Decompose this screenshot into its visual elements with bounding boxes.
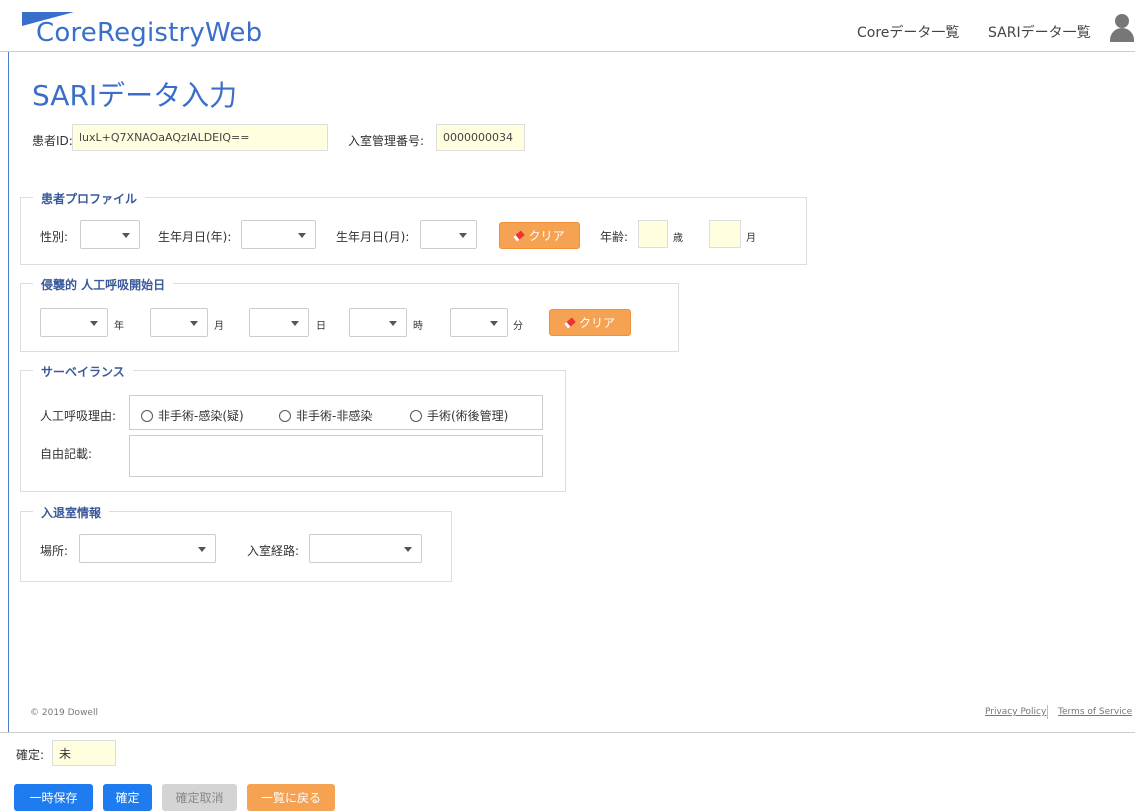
age-label: 年齢:: [600, 230, 629, 244]
patient-profile-legend: 患者プロファイル: [33, 190, 146, 207]
reason-radio-surgical[interactable]: 手術(術後管理): [410, 407, 508, 424]
footer-divider: [1047, 705, 1048, 719]
radio-circle-icon: [410, 409, 422, 422]
chevron-down-icon: [291, 321, 299, 326]
chevron-down-icon: [389, 321, 397, 326]
radio-circle-icon: [141, 409, 153, 422]
sex-label: 性別:: [40, 230, 69, 244]
chevron-down-icon: [490, 321, 498, 326]
app-header: CoreRegistryWeb Coreデータ一覧 SARIデータ一覧: [0, 0, 1135, 52]
place-label: 場所:: [40, 544, 69, 558]
patient-id-label: 患者ID:: [32, 134, 73, 148]
admission-number-label: 入室管理番号:: [348, 134, 425, 148]
temp-save-button[interactable]: 一時保存: [14, 784, 93, 811]
free-text-label: 自由記載:: [40, 447, 93, 461]
place-select[interactable]: [79, 534, 216, 563]
reason-option-label: 非手術-感染(疑): [158, 409, 244, 423]
bottom-divider: [0, 732, 1135, 733]
chevron-down-icon: [190, 321, 198, 326]
birth-month-label: 生年月日(月):: [336, 230, 410, 244]
cancel-confirm-button[interactable]: 確定取消: [162, 784, 237, 811]
copyright-text: © 2019 Dowell: [30, 708, 98, 718]
age-years-field[interactable]: [638, 220, 668, 248]
vent-day-unit: 日: [316, 321, 326, 332]
ventilation-start-legend: 侵襲的 人工呼吸開始日: [33, 276, 174, 293]
chevron-down-icon: [298, 233, 306, 238]
vent-year-select[interactable]: [40, 308, 108, 337]
ventilation-reason-label: 人工呼吸理由:: [40, 409, 117, 423]
left-border: [8, 52, 9, 732]
app-logo[interactable]: CoreRegistryWeb: [36, 18, 262, 48]
sex-select[interactable]: [80, 220, 140, 249]
free-text-input[interactable]: [129, 435, 543, 477]
privacy-policy-link[interactable]: Privacy Policy: [985, 707, 1046, 717]
eraser-icon: [513, 229, 526, 242]
confirm-status-field: 未: [52, 740, 116, 766]
vent-minute-unit: 分: [513, 321, 523, 332]
vent-month-unit: 月: [214, 321, 224, 332]
age-years-unit: 歳: [673, 233, 683, 244]
chevron-down-icon: [198, 547, 206, 552]
chevron-down-icon: [404, 547, 412, 552]
ventilation-reason-group: 非手術-感染(疑) 非手術-非感染 手術(術後管理): [129, 395, 543, 430]
ventilation-clear-label: クリア: [578, 316, 615, 330]
back-to-list-button[interactable]: 一覧に戻る: [247, 784, 335, 811]
vent-month-select[interactable]: [150, 308, 208, 337]
birth-month-select[interactable]: [420, 220, 477, 249]
admission-route-label: 入室経路:: [247, 544, 300, 558]
surveillance-legend: サーベイランス: [33, 363, 133, 380]
reason-radio-nonsurgical-infection[interactable]: 非手術-感染(疑): [141, 407, 244, 424]
chevron-down-icon: [122, 233, 130, 238]
confirm-status-label: 確定:: [16, 748, 45, 762]
age-months-field[interactable]: [709, 220, 741, 248]
eraser-icon: [564, 316, 576, 329]
birth-year-select[interactable]: [241, 220, 316, 249]
nav-sari-data-list[interactable]: SARIデータ一覧: [988, 22, 1091, 42]
ventilation-clear-button[interactable]: クリア: [549, 309, 631, 336]
age-months-unit: 月: [746, 233, 756, 244]
radio-circle-icon: [279, 409, 291, 422]
vent-day-select[interactable]: [249, 308, 309, 337]
page-title: SARIデータ入力: [32, 79, 238, 112]
vent-hour-select[interactable]: [349, 308, 407, 337]
patient-id-field[interactable]: luxL+Q7XNAOaAQzIALDEIQ==: [72, 124, 328, 151]
admission-info-legend: 入退室情報: [33, 504, 110, 521]
chevron-down-icon: [459, 233, 467, 238]
vent-year-unit: 年: [114, 321, 124, 332]
admission-route-select[interactable]: [309, 534, 422, 563]
birth-year-label: 生年月日(年):: [158, 230, 232, 244]
vent-hour-unit: 時: [413, 321, 423, 332]
profile-clear-button[interactable]: クリア: [499, 222, 580, 249]
profile-clear-label: クリア: [528, 229, 565, 243]
terms-of-service-link[interactable]: Terms of Service: [1058, 707, 1132, 717]
reason-option-label: 非手術-非感染: [296, 409, 373, 423]
user-avatar-icon[interactable]: [1109, 14, 1135, 42]
confirm-button[interactable]: 確定: [103, 784, 152, 811]
chevron-down-icon: [90, 321, 98, 326]
reason-option-label: 手術(術後管理): [427, 409, 509, 423]
vent-minute-select[interactable]: [450, 308, 508, 337]
nav-core-data-list[interactable]: Coreデータ一覧: [857, 22, 959, 42]
reason-radio-nonsurgical-noninfection[interactable]: 非手術-非感染: [279, 407, 372, 424]
admission-number-field[interactable]: 0000000034: [436, 124, 525, 151]
